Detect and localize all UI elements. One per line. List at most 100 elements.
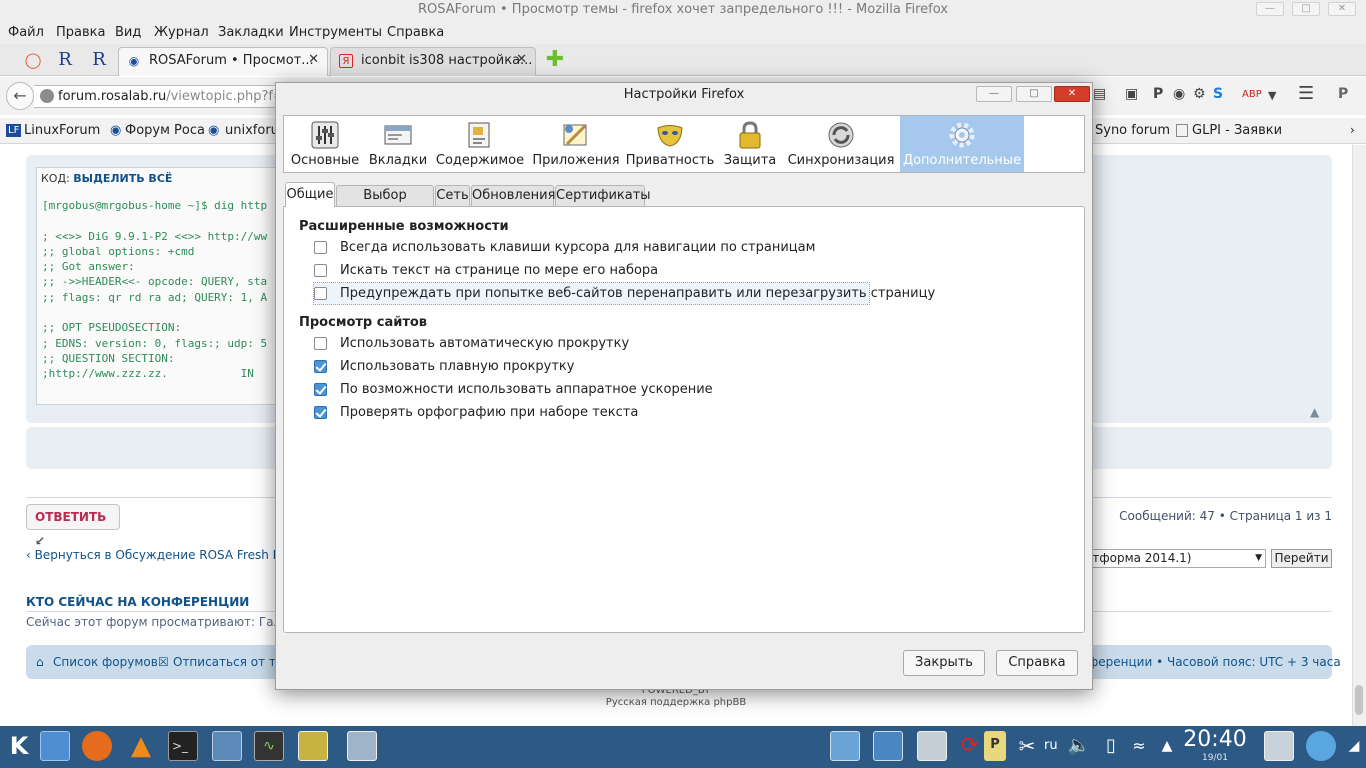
screenshot-icon[interactable]: ▣ — [1125, 86, 1138, 102]
subtab-general[interactable]: Общие — [285, 182, 335, 207]
menu-view[interactable]: Вид — [115, 25, 141, 40]
forum-jump-select[interactable]: атформа 2014.1) ▼ — [1080, 549, 1266, 568]
checkbox[interactable] — [314, 337, 327, 350]
system-monitor-icon[interactable] — [212, 731, 242, 761]
gear-addon-icon[interactable]: ⚙ — [1193, 86, 1206, 102]
preference-panes: Основные Вкладки Содержимое Приложения П… — [283, 115, 1085, 173]
back-to-forum-link[interactable]: ‹ Вернуться в Обсуждение ROSA Fresh R5 — [26, 548, 289, 562]
bookmark-linuxforum[interactable]: LinuxForum — [24, 123, 100, 138]
close-button[interactable]: Закрыть — [903, 650, 985, 676]
pane-content[interactable]: Содержимое — [430, 116, 530, 172]
p-tray-icon[interactable]: P — [984, 731, 1006, 761]
pocket-p-icon[interactable]: P — [1338, 86, 1348, 102]
pane-applications[interactable]: Приложения — [530, 116, 622, 172]
s-addon-icon[interactable]: S — [1213, 86, 1223, 102]
bookmark-unixforum[interactable]: unixforu — [225, 123, 279, 138]
checkbox[interactable] — [314, 360, 327, 373]
menu-edit[interactable]: Правка — [56, 25, 105, 40]
pane-privacy[interactable]: Приватность — [622, 116, 718, 172]
home-icon: ⌂ — [36, 655, 44, 669]
dialog-maximize-button[interactable]: □ — [1016, 86, 1052, 102]
keyboard-layout[interactable]: ru — [1044, 738, 1058, 753]
dialog-close-button[interactable]: ✕ — [1054, 86, 1090, 102]
checkbox[interactable] — [314, 287, 327, 300]
menu-help[interactable]: Справка — [387, 25, 444, 40]
subtab-update[interactable]: Обновления — [471, 185, 555, 207]
opera-icon[interactable]: ◯ — [20, 49, 46, 71]
close-window-button[interactable]: ✕ — [1328, 2, 1356, 16]
scroll-top-icon[interactable]: ▲ — [1310, 405, 1319, 419]
back-button[interactable]: ← — [6, 82, 34, 110]
forum-index-link[interactable]: Список форумов — [53, 655, 158, 669]
bookmark-glpi[interactable]: GLPI - Заявки — [1192, 123, 1282, 138]
clock[interactable]: 20:40 — [1180, 727, 1250, 752]
dropdown-arrow-icon[interactable]: ▼ — [1268, 89, 1276, 102]
subtab-certificates[interactable]: Сертификаты — [555, 185, 651, 207]
battery-icon[interactable]: ▯ — [1096, 731, 1126, 761]
hardware-tray-icon[interactable] — [917, 731, 947, 761]
tray-expand-icon[interactable]: ▲ — [1152, 731, 1182, 761]
checkbox[interactable] — [314, 241, 327, 254]
file-manager-icon[interactable] — [40, 731, 70, 761]
desktop-corner-icon[interactable]: ◢ — [1344, 731, 1364, 761]
select-all-link[interactable]: ВЫДЕЛИТЬ ВСЁ — [73, 172, 172, 185]
pinned-tab-rosa-1[interactable]: R — [52, 49, 78, 71]
trash-icon[interactable] — [1264, 731, 1294, 761]
bookmark-syno[interactable]: Syno forum — [1095, 123, 1170, 138]
scissors-icon[interactable]: ✂ — [1012, 731, 1042, 761]
network-icon[interactable] — [298, 731, 328, 761]
update-tray-icon[interactable]: ⟳ — [955, 731, 985, 761]
close-tab-icon[interactable]: ✕ — [308, 52, 319, 67]
menu-bookmarks[interactable]: Закладки — [218, 25, 284, 40]
ksysguard-icon[interactable]: ∿ — [254, 731, 284, 761]
tab-iconbit[interactable]: Я iconbit is308 настройка... ✕ — [330, 47, 536, 76]
pocket-icon[interactable]: P — [1153, 86, 1163, 102]
pane-tabs[interactable]: Вкладки — [366, 116, 430, 172]
subtab-network[interactable]: Сеть — [435, 185, 470, 207]
terminal-icon[interactable]: >_ — [168, 731, 198, 761]
subtab-data-choices[interactable]: Выбор данных — [336, 185, 434, 223]
settings-icon[interactable] — [347, 731, 377, 761]
screenshot-tray-icon[interactable] — [830, 731, 860, 761]
bookmark-rosa[interactable]: Форум Роса — [125, 123, 205, 138]
checkbox[interactable] — [314, 383, 327, 396]
globe-icon — [40, 89, 54, 103]
option-block-redirect[interactable]: Предупреждать при попытке веб-сайтов пер… — [313, 282, 935, 305]
checkbox[interactable] — [314, 406, 327, 419]
close-tab-icon[interactable]: ✕ — [516, 52, 527, 67]
page-scrollbar[interactable] — [1352, 145, 1366, 726]
tab-rosaforum[interactable]: ◉ ROSAForum • Просмот... ✕ — [118, 47, 328, 76]
adblock-icon[interactable]: ABP — [1242, 89, 1262, 100]
back-link-label: Вернуться в Обсуждение ROSA Fresh R5 — [34, 548, 289, 562]
reply-button[interactable]: ОТВЕТИТЬ ↙ — [26, 504, 120, 548]
pinned-tab-rosa-2[interactable]: R — [86, 49, 112, 71]
pane-security[interactable]: Защита — [718, 116, 782, 172]
windows-tray-icon[interactable] — [873, 731, 903, 761]
dialog-minimize-button[interactable]: — — [976, 86, 1012, 102]
minimize-window-button[interactable]: — — [1256, 2, 1284, 16]
scrollbar-thumb[interactable] — [1355, 685, 1363, 715]
firefox-icon[interactable] — [82, 731, 112, 761]
menu-tools[interactable]: Инструменты — [289, 25, 382, 40]
menu-history[interactable]: Журнал — [154, 25, 209, 40]
volume-icon[interactable]: 🔈 — [1064, 731, 1094, 761]
pane-general[interactable]: Основные — [284, 116, 366, 172]
new-tab-plus-icon[interactable]: ✚ — [542, 49, 568, 71]
kde-menu-icon[interactable]: K — [4, 731, 34, 761]
menu-file[interactable]: Файл — [8, 25, 44, 40]
menu-hamburger-icon[interactable]: ☰ — [1298, 83, 1314, 104]
maximize-window-button[interactable]: □ — [1292, 2, 1320, 16]
vlc-icon[interactable]: ▲ — [126, 731, 156, 761]
reader-icon[interactable]: ▤ — [1093, 86, 1106, 102]
addon-icon[interactable]: ◉ — [1173, 86, 1185, 102]
pane-advanced[interactable]: Дополнительные — [900, 116, 1024, 172]
go-button[interactable]: Перейти — [1271, 549, 1332, 568]
wifi-icon[interactable]: ≈ — [1124, 731, 1154, 761]
help-button[interactable]: Справка — [996, 650, 1078, 676]
url-bar[interactable]: forum.rosalab.ru/viewtopic.php?f=53 — [34, 85, 294, 108]
viewing-users: Сейчас этот форум просматривают: Галах — [26, 615, 296, 629]
water-drop-icon[interactable] — [1306, 731, 1336, 761]
checkbox[interactable] — [314, 264, 327, 277]
pane-sync[interactable]: Синхронизация — [782, 116, 900, 172]
chevron-right-icon[interactable]: › — [1350, 123, 1355, 137]
